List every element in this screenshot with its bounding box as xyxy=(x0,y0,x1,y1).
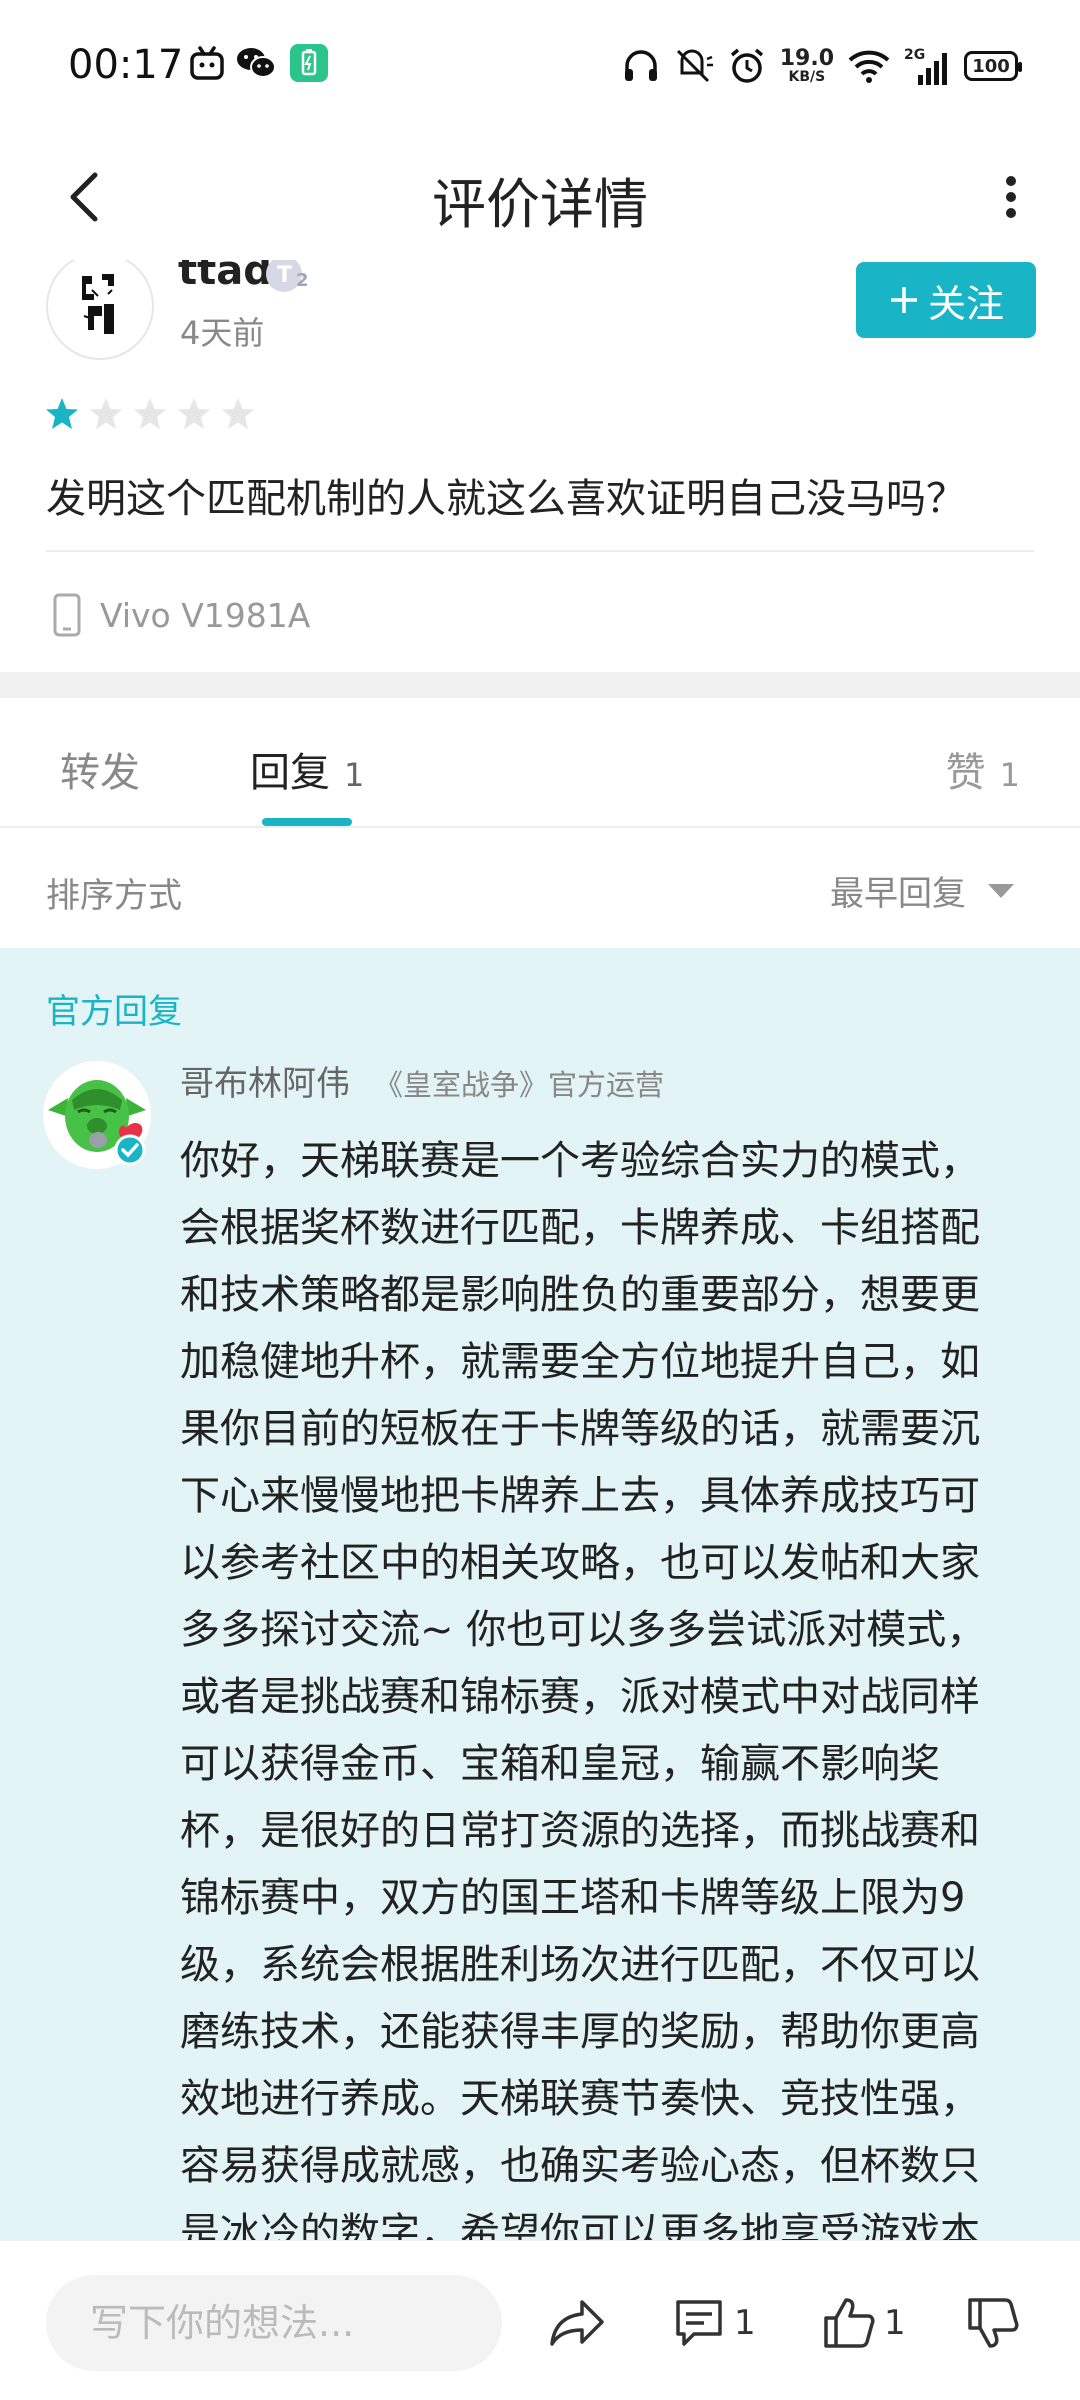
device-info: Vivo V1981A xyxy=(52,590,310,640)
battery-level: 100 xyxy=(972,55,1010,77)
reply-line: 果你目前的短板在于卡牌等级的话，就需要沉 xyxy=(180,1406,980,1452)
page-title: 评价详情 xyxy=(432,173,648,236)
comment-icon xyxy=(676,2300,722,2346)
reply-line: 多多探讨交流~ 你也可以多多尝试派对模式， xyxy=(180,1607,987,1653)
star-filled-icon xyxy=(46,398,78,429)
tab-reply-label: 回复 xyxy=(250,750,330,796)
official-avatar[interactable] xyxy=(42,1060,152,1170)
net-speed-value: 19.0 xyxy=(779,46,834,71)
reply-line: 会根据奖杯数进行匹配，卡牌养成、卡组搭配 xyxy=(180,1205,980,1251)
plus-icon xyxy=(890,287,917,313)
review-time: 4天前 xyxy=(180,314,265,352)
thumbs-up-icon xyxy=(824,2298,875,2348)
tab-like-label: 赞 xyxy=(945,750,986,796)
reply-line: 和技术策略都是影响胜负的重要部分，想要更 xyxy=(180,1272,980,1318)
net-speed: 19.0 KB/S xyxy=(779,46,834,85)
dislike-button[interactable] xyxy=(966,2291,1020,2355)
status-time: 00:17 xyxy=(68,42,184,88)
star-empty-icon xyxy=(134,398,166,429)
share-icon xyxy=(550,2300,604,2346)
section-separator xyxy=(0,672,1080,698)
tab-active-indicator xyxy=(262,818,352,826)
sort-selected: 最早回复 xyxy=(830,874,966,914)
tab-forward-label: 转发 xyxy=(60,750,140,796)
reply-line: 以参考社区中的相关攻略，也可以发帖和大家 xyxy=(180,1540,980,1586)
star-empty-icon xyxy=(178,398,210,429)
sort-row: 排序方式 最早回复 xyxy=(0,830,1080,948)
reply-line: 下心来慢慢地把卡牌养上去，具体养成技巧可 xyxy=(180,1473,980,1519)
divider xyxy=(46,550,1034,552)
reply-line: 或者是挑战赛和锦标赛，派对模式中对战同样 xyxy=(180,1674,980,1720)
caret-down-icon xyxy=(988,883,1014,898)
tab-reply[interactable]: 回复 1 xyxy=(250,740,364,798)
like-count: 1 xyxy=(884,2303,906,2343)
tab-like-count: 1 xyxy=(999,756,1020,794)
reply-line: 是冰冷的数字，希望你可以更多地享受游戏本 xyxy=(180,2210,980,2240)
star-empty-icon xyxy=(222,398,254,429)
status-icons: 19.0 KB/S 2G 100 xyxy=(622,42,1022,90)
user-avatar[interactable] xyxy=(46,260,154,360)
level-number: 2 xyxy=(296,270,309,291)
star-empty-icon xyxy=(90,398,122,429)
comment-count: 1 xyxy=(734,2303,756,2343)
tab-like[interactable]: 赞1 xyxy=(946,740,1020,798)
review-card: ttad T 2 4天前 关注 发明这个匹配机制的人就这么喜欢证明自己没马吗？ … xyxy=(0,260,1080,672)
reply-line: 级，系统会根据胜利场次进行匹配，不仅可以 xyxy=(180,1942,980,1988)
reply-line: 加稳健地升杯，就需要全方位地提升自己，如 xyxy=(180,1339,980,1385)
official-reply-body: 你好，天梯联赛是一个考验综合实力的模式， 会根据奖杯数进行匹配，卡牌养成、卡组搭… xyxy=(180,1128,1030,2240)
share-button[interactable] xyxy=(548,2291,606,2355)
official-name[interactable]: 哥布林阿伟 xyxy=(180,1056,350,1105)
tiktok-icon xyxy=(190,46,224,80)
wifi-icon xyxy=(848,50,890,83)
official-reply-label: 官方回复 xyxy=(46,992,182,1032)
bottom-action-bar: 写下你的想法... 1 1 xyxy=(0,2240,1080,2400)
sort-label: 排序方式 xyxy=(46,876,182,916)
reply-line: 磨练技术，还能获得丰厚的奖励，帮助你更高 xyxy=(180,2009,980,2055)
reply-line: 效地进行养成。天梯联赛节奏快、竞技性强， xyxy=(180,2076,980,2122)
status-bar: 00:17 19.0 KB/S 2G 100 xyxy=(0,0,1080,130)
more-vertical-icon xyxy=(1006,176,1016,218)
reply-line: 杯，是很好的日常打资源的选择，而挑战赛和 xyxy=(180,1808,980,1854)
svg-text:T: T xyxy=(277,263,292,288)
more-options-button[interactable] xyxy=(966,152,1056,242)
tab-forward[interactable]: 转发 xyxy=(60,740,140,798)
mute-icon xyxy=(676,49,713,83)
follow-label: 关注 xyxy=(927,281,1004,326)
username[interactable]: ttad xyxy=(178,260,272,294)
net-speed-unit: KB/S xyxy=(788,69,826,85)
wechat-icon xyxy=(237,48,276,78)
signal-icon: 2G xyxy=(904,47,950,85)
device-name: Vivo V1981A xyxy=(100,595,311,635)
reply-line: 锦标赛中，双方的国王塔和卡牌等级上限为9 xyxy=(180,1875,966,1921)
reply-line: 你好，天梯联赛是一个考验综合实力的模式， xyxy=(180,1138,980,1184)
comment-button[interactable]: 1 xyxy=(672,2291,756,2355)
reply-line: 可以获得金币、宝箱和皇冠，输赢不影响奖 xyxy=(180,1741,940,1787)
battery-app-icon xyxy=(290,44,328,82)
avatar-image xyxy=(78,270,118,340)
follow-button[interactable]: 关注 xyxy=(856,262,1036,338)
like-button[interactable]: 1 xyxy=(822,2291,906,2355)
official-reply: 官方回复 哥布林阿伟 《皇室战争》官方运营 你好，天梯联赛是一个考验综合实力的模… xyxy=(0,948,1080,2240)
app-header: 评价详情 xyxy=(0,130,1080,260)
battery-indicator: 100 xyxy=(964,51,1022,81)
headphone-icon xyxy=(624,50,657,81)
rating-stars xyxy=(44,396,256,432)
official-role: 《皇室战争》官方运营 xyxy=(374,1068,665,1102)
comment-input[interactable]: 写下你的想法... xyxy=(46,2275,502,2371)
tab-reply-count: 1 xyxy=(344,756,365,794)
level-badge: T 2 xyxy=(264,260,314,300)
reply-line: 容易获得成就感，也确实考验心态，但杯数只 xyxy=(180,2143,980,2189)
phone-icon xyxy=(53,593,81,637)
review-text: 发明这个匹配机制的人就这么喜欢证明自己没马吗？ xyxy=(46,476,966,522)
sort-dropdown[interactable]: 最早回复 xyxy=(830,866,1016,915)
detail-tabs: 转发 回复 1 赞1 xyxy=(0,698,1080,828)
alarm-icon xyxy=(730,48,763,83)
thumbs-down-icon xyxy=(968,2298,1019,2348)
